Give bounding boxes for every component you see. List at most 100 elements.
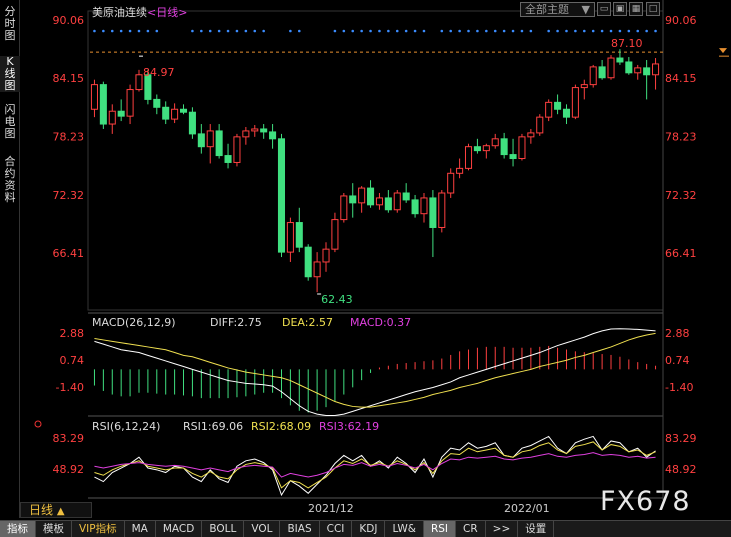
price-tick-right: 90.06: [665, 14, 697, 27]
restore-icon[interactable]: ▭: [597, 2, 611, 16]
period-selector[interactable]: 日线 ▲: [20, 502, 92, 518]
candle-body: [90, 84, 98, 110]
marker-dot: [155, 29, 159, 33]
toolbar-tab-设置[interactable]: 设置: [518, 520, 555, 537]
chart-title: 美原油连续<日线>: [92, 4, 187, 20]
toolbar-tab-boll[interactable]: BOLL: [202, 520, 245, 537]
marker-dot: [485, 29, 488, 33]
candle-body: [304, 246, 312, 278]
marker-dot: [556, 29, 559, 33]
candle-body: [536, 116, 544, 134]
grid-icon[interactable]: ▦: [629, 2, 643, 16]
marker-dot: [128, 29, 132, 33]
marker-dot: [449, 29, 453, 33]
chart-area[interactable]: 90.06 90.06 84.15 84.15 78.23 78.23 72.32 72.32…: [20, 0, 731, 518]
toolbar-more-button[interactable]: >>: [486, 520, 519, 537]
marker-dot: [520, 29, 524, 33]
marker-dot: [565, 29, 568, 33]
low-annotation: 62.43: [321, 293, 353, 306]
marker-dot: [191, 29, 194, 33]
macd-tick-left: -1.40: [56, 381, 84, 394]
marker-dot: [93, 29, 96, 33]
marker-dot: [413, 29, 417, 33]
toolbar-tab-ma[interactable]: MA: [125, 520, 156, 537]
marker-dot: [582, 29, 586, 33]
candle-body: [509, 154, 517, 160]
marker-dot: [600, 29, 604, 33]
toolbar-tab-rsi[interactable]: RSI: [423, 520, 456, 537]
toolbar-tab-模板[interactable]: 模板: [36, 520, 72, 537]
candle-body: [598, 66, 606, 79]
candle-body: [206, 130, 214, 148]
chart-canvas[interactable]: 90.06 90.06 84.15 84.15 78.23 78.23 72.32 72.32…: [20, 0, 731, 518]
marker-dot: [262, 29, 265, 33]
toolbar-tab-cci[interactable]: CCI: [320, 520, 353, 537]
toolbar-tab-vol[interactable]: VOL: [244, 520, 281, 537]
candle-body: [652, 63, 660, 76]
price-tick-left: 66.41: [53, 247, 85, 260]
candle-body: [295, 222, 303, 248]
theme-select[interactable]: 全部主题 ▼: [520, 2, 595, 17]
candle-body: [242, 130, 250, 138]
price-tick-left: 72.32: [53, 189, 85, 202]
toolbar-tab-指标[interactable]: 指标: [0, 520, 36, 537]
candle-body: [447, 172, 455, 194]
marker-dot: [342, 29, 346, 33]
candle-body: [411, 199, 419, 215]
marker-dot: [369, 29, 372, 33]
candle-body: [616, 57, 624, 63]
macd-dea-value: DEA:2.57: [282, 316, 333, 329]
marker-dot: [226, 29, 230, 33]
marker-dot: [289, 29, 292, 33]
close-icon[interactable]: □: [646, 2, 660, 16]
sidebar-tab-3[interactable]: 合约资料: [0, 156, 20, 204]
marker-dot: [618, 29, 622, 33]
period-label: 日线: [29, 503, 54, 517]
rsi-tick-right: 83.29: [665, 432, 697, 445]
settings-dot-icon: [34, 420, 42, 428]
macd-tick-right: -1.40: [665, 381, 693, 394]
candle-body: [331, 219, 339, 250]
marker-dot: [476, 29, 479, 33]
candle-body: [402, 192, 410, 201]
last-price-marker: [719, 48, 727, 54]
candle-body: [643, 67, 651, 76]
sidebar-tab-0[interactable]: 分时图: [0, 6, 20, 42]
candle-body: [375, 197, 383, 206]
marker-dot: [395, 29, 399, 33]
candle-body: [518, 136, 526, 160]
marker-dot: [636, 29, 640, 33]
candle-body: [500, 138, 508, 156]
watermark-logo: FX678: [600, 486, 691, 517]
macd-tick-right: 0.74: [665, 354, 690, 367]
marker-dot: [235, 29, 239, 33]
candle-body: [438, 192, 446, 228]
toolbar-tab-vip指标[interactable]: VIP指标: [72, 520, 125, 537]
sidebar-tab-1[interactable]: K线图: [0, 56, 20, 92]
candle-body: [580, 84, 588, 89]
period-tag[interactable]: <日线>: [147, 6, 187, 19]
sidebar-tab-2[interactable]: 闪电图: [0, 104, 20, 140]
time-tick: 2022/01: [504, 502, 550, 515]
marker-dot: [440, 29, 444, 33]
toolbar-tab-bias[interactable]: BIAS: [280, 520, 320, 537]
toolbar-tab-lw[interactable]: LW&: [385, 520, 424, 537]
toolbar-tab-kdj[interactable]: KDJ: [352, 520, 386, 537]
candle-body: [456, 167, 464, 174]
candle-body: [634, 67, 642, 74]
marker-dot: [102, 29, 105, 33]
candle-body: [464, 146, 473, 169]
macd-tick-left: 2.88: [60, 327, 85, 340]
marker-dot: [458, 29, 461, 33]
toolbar-tab-macd[interactable]: MACD: [156, 520, 203, 537]
price-tick-left: 90.06: [53, 14, 85, 27]
candle-body: [607, 57, 615, 79]
price-tick-right: 72.32: [665, 189, 697, 202]
toolbar-tab-cr[interactable]: CR: [456, 520, 486, 537]
candle-body: [313, 261, 321, 278]
marker-dot: [217, 29, 221, 33]
maximize-icon[interactable]: ▣: [613, 2, 627, 16]
marker-dot: [529, 29, 533, 33]
candle-body: [260, 128, 268, 133]
candle-body: [215, 130, 223, 157]
